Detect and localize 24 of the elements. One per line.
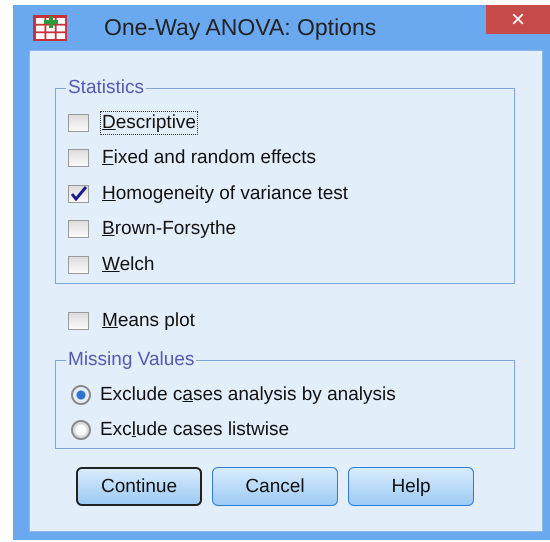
dialog-button[interactable]: Cancel: [212, 467, 338, 506]
checkbox-label[interactable]: Means plot: [101, 310, 196, 332]
checkbox-label[interactable]: Descriptive: [101, 112, 197, 134]
dialog-button[interactable]: Help: [348, 467, 474, 506]
radio-button[interactable]: [71, 420, 91, 440]
radio-label[interactable]: Exclude cases listwise: [99, 419, 290, 442]
checkbox-label[interactable]: Homogeneity of variance test: [101, 182, 350, 205]
radio-label[interactable]: Exclude cases analysis by analysis: [99, 384, 397, 406]
checkbox[interactable]: [68, 184, 89, 203]
checkbox[interactable]: [68, 114, 89, 132]
checkbox-label[interactable]: Fixed and random effects: [101, 147, 318, 170]
close-button[interactable]: ×: [486, 5, 550, 34]
radio-button[interactable]: [71, 384, 91, 405]
checkbox-label[interactable]: Welch: [101, 254, 156, 276]
dialog-button[interactable]: Continue: [76, 467, 202, 506]
checkbox[interactable]: [68, 149, 89, 168]
group-label: Statistics: [67, 77, 146, 99]
checkbox[interactable]: [68, 312, 89, 330]
checkbox[interactable]: [68, 256, 89, 274]
checkbox[interactable]: [68, 220, 89, 238]
table-icon: [33, 15, 67, 41]
checkbox-label[interactable]: Brown-Forsythe: [101, 218, 238, 240]
group-label: Missing Values: [67, 349, 196, 371]
window-title: One-Way ANOVA: Options: [104, 14, 376, 41]
